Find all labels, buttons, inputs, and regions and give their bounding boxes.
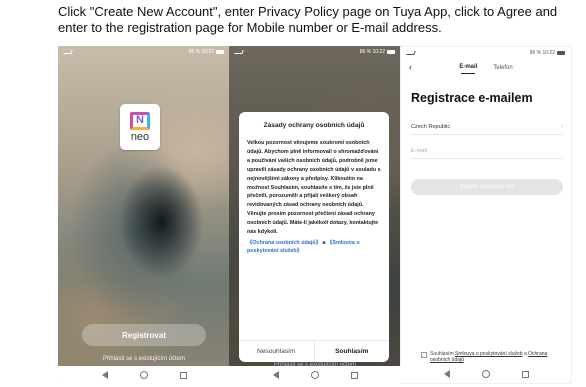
service-agreement-link[interactable]: Smlouva o poskytování služeb [455, 351, 523, 357]
status-text: 86 % 10:22 [529, 50, 555, 56]
android-nav-bar [401, 365, 571, 383]
dialog-body: Velkou pozornost věnujeme soukromí osobn… [247, 140, 381, 236]
status-text: 86 % 10:22 [188, 49, 214, 55]
nav-back-icon[interactable] [443, 370, 450, 378]
battery-icon [557, 51, 565, 55]
nav-back-icon[interactable] [101, 371, 108, 379]
agree-button[interactable]: Souhlasím [315, 341, 390, 362]
android-nav-bar [229, 366, 401, 384]
chevron-right-icon: › [560, 123, 563, 130]
login-existing-account-link[interactable]: Přihlásit se s existujícím účtem [58, 356, 230, 362]
nav-home-icon[interactable] [481, 370, 490, 378]
country-selector[interactable]: Czech Republic › [411, 119, 563, 135]
privacy-policy-dialog: Zásady ochrany osobních údajů Velkou poz… [239, 112, 389, 362]
get-verification-code-button[interactable]: Načtěte ověřovací kód [411, 179, 563, 195]
battery-icon [216, 50, 224, 54]
signal-icon [234, 50, 244, 54]
email-placeholder: E-mail [411, 147, 427, 154]
page-title: Registrace e-mailem [411, 91, 533, 105]
nav-back-icon[interactable] [272, 371, 279, 379]
links-conjunction: a [322, 239, 326, 246]
logo-mark: N [130, 111, 150, 130]
status-bar: 86 % 10:22 [229, 46, 401, 58]
consent-checkbox[interactable] [421, 352, 427, 358]
country-value: Czech Republic [411, 123, 451, 130]
logo-text: neo [130, 130, 150, 143]
consent-text: Souhlasím Smlouva o poskytování služeb a… [430, 351, 563, 364]
phone-screen-email-registration: 86 % 10:22 ‹ E-mail Telefon Registrace e… [400, 46, 572, 384]
privacy-policy-link[interactable]: 《Ochrana osobních údajů》 [247, 240, 321, 246]
dialog-title: Zásady ochrany osobních údajů [263, 122, 365, 129]
nav-recent-icon[interactable] [179, 371, 187, 379]
phone-screen-welcome: 86 % 10:22 N neo Registrovat Přihlásit s… [58, 46, 230, 384]
nav-recent-icon[interactable] [521, 370, 529, 378]
decline-button[interactable]: Nesouhlasím [239, 341, 315, 362]
signal-icon [63, 50, 73, 54]
tab-phone[interactable]: Telefon [493, 65, 512, 71]
dialog-actions: Nesouhlasím Souhlasím [239, 340, 389, 362]
email-field[interactable]: E-mail [411, 143, 563, 159]
consent-row: Souhlasím Smlouva o poskytování služeb a… [421, 351, 563, 364]
status-text: 86 % 10:22 [359, 49, 385, 55]
consent-conjunction: a [523, 351, 527, 357]
status-bar: 86 % 10:22 [58, 46, 230, 58]
status-bar: 86 % 10:22 [401, 47, 571, 59]
nav-home-icon[interactable] [310, 371, 319, 379]
signal-icon [406, 51, 416, 55]
nav-home-icon[interactable] [139, 371, 148, 379]
neo-logo: N neo [120, 104, 160, 150]
nav-recent-icon[interactable] [350, 371, 358, 379]
android-nav-bar [58, 366, 230, 384]
tab-email[interactable]: E-mail [459, 64, 477, 74]
instruction-caption: Click "Create New Account", enter Privac… [58, 4, 558, 35]
register-button[interactable]: Registrovat [82, 324, 206, 346]
back-arrow-icon[interactable]: ‹ [409, 62, 412, 72]
registration-tabs: ‹ E-mail Telefon [401, 61, 571, 75]
phone-screen-privacy: 86 % 10:22 Zásady ochrany osobních údajů… [229, 46, 401, 384]
dialog-links: 《Ochrana osobních údajů》 a 《Smlouva o po… [247, 239, 381, 255]
battery-icon [387, 50, 395, 54]
